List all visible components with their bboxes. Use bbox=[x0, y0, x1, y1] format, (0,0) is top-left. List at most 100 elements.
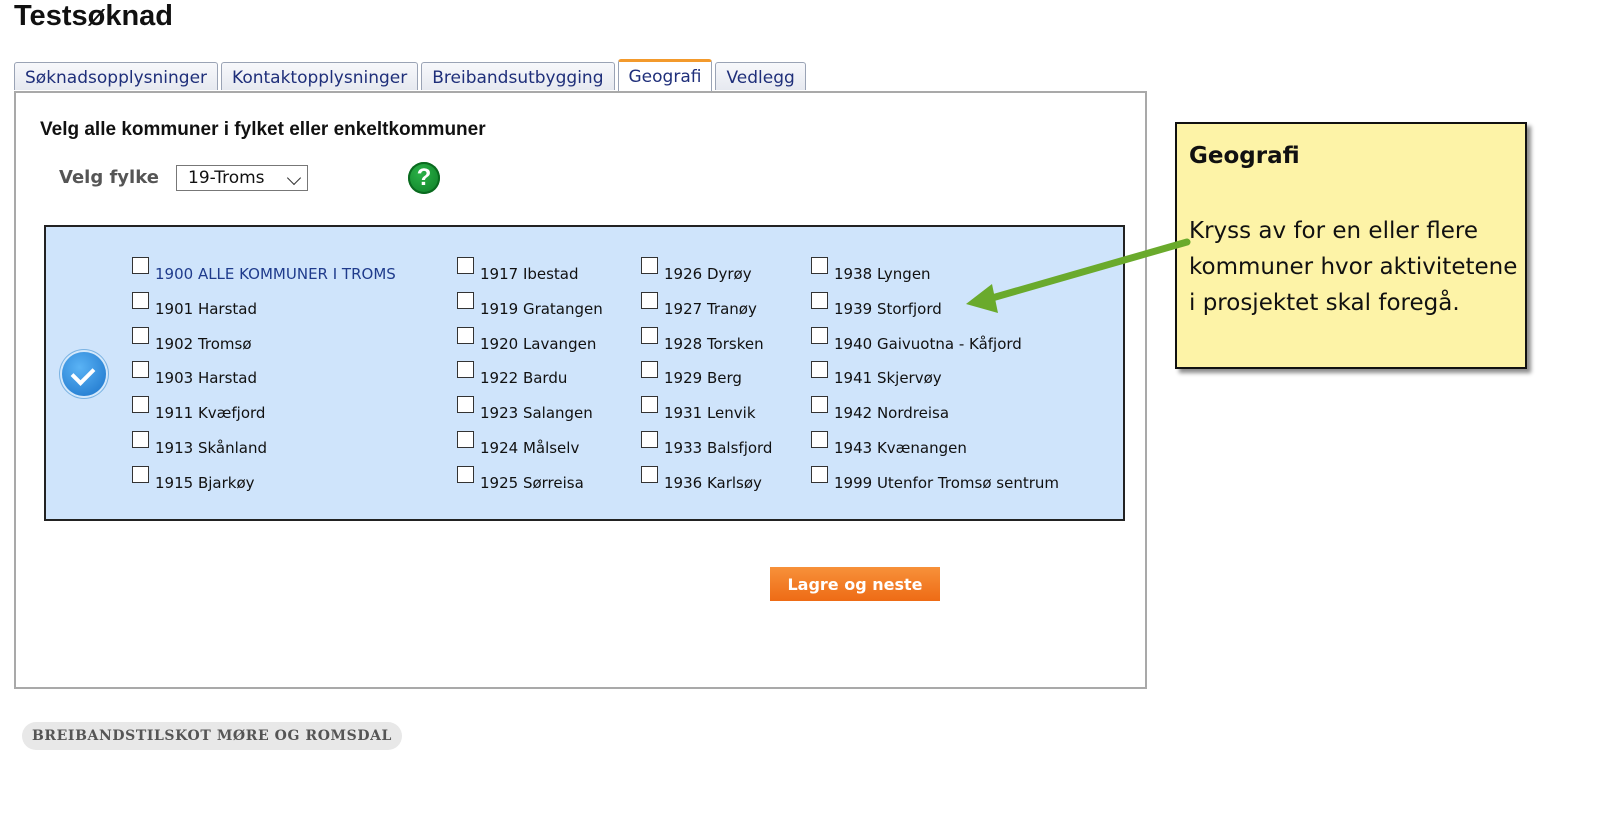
municipality-checkbox[interactable]: 1941 Skjervøy bbox=[811, 361, 942, 388]
municipality-label: 1942 Nordreisa bbox=[834, 404, 950, 423]
checkbox[interactable] bbox=[641, 361, 658, 379]
checkbox[interactable] bbox=[132, 431, 149, 448]
municipality-checkbox[interactable]: 1901 Harstad bbox=[132, 291, 257, 318]
municipality-label: 1925 Sørreisa bbox=[480, 473, 584, 492]
municipality-label: 1999 Utenfor Tromsø sentrum bbox=[834, 473, 1059, 492]
municipality-checkbox[interactable]: 1903 Harstad bbox=[132, 361, 257, 388]
fylke-select[interactable]: 19-Troms bbox=[176, 165, 308, 191]
municipality-checkbox[interactable]: 1902 Tromsø bbox=[132, 326, 252, 353]
municipality-label: 1903 Harstad bbox=[155, 369, 257, 388]
checkbox[interactable] bbox=[132, 291, 149, 309]
municipality-checkbox[interactable]: 1933 Balsfjord bbox=[641, 431, 773, 457]
checkbox[interactable] bbox=[811, 361, 828, 379]
municipality-checkbox[interactable]: 1943 Kvænangen bbox=[811, 431, 967, 457]
municipality-label: 1901 Harstad bbox=[155, 299, 257, 318]
checkbox[interactable] bbox=[641, 465, 658, 483]
tab-breibandsutbygging[interactable]: Breibandsutbygging bbox=[421, 62, 615, 90]
municipality-checkbox[interactable]: 1913 Skånland bbox=[132, 431, 267, 457]
checkbox[interactable] bbox=[811, 431, 828, 448]
municipality-checkbox[interactable]: 1924 Målselv bbox=[457, 431, 579, 456]
municipality-label: 1922 Bardu bbox=[480, 369, 568, 388]
checkbox[interactable] bbox=[457, 396, 474, 414]
municipality-label: 1917 Ibestad bbox=[480, 265, 579, 283]
municipality-checkbox[interactable]: 1926 Dyrøy bbox=[641, 257, 752, 283]
municipality-label: 1926 Dyrøy bbox=[664, 265, 752, 283]
municipality-label: 1936 Karlsøy bbox=[664, 473, 762, 492]
municipality-checkbox[interactable]: 1999 Utenfor Tromsø sentrum bbox=[811, 465, 1059, 492]
municipality-label: 1923 Salangen bbox=[480, 404, 593, 423]
municipality-label: 1915 Bjarkøy bbox=[155, 473, 255, 492]
municipality-label: 1933 Balsfjord bbox=[664, 439, 773, 457]
checkbox[interactable] bbox=[811, 396, 828, 414]
municipality-label: 1938 Lyngen bbox=[834, 265, 931, 283]
checkbox[interactable] bbox=[457, 465, 474, 483]
checkbox[interactable] bbox=[132, 465, 149, 483]
municipality-checkbox[interactable]: 1920 Lavangen bbox=[457, 326, 597, 353]
tab-bar: Søknadsopplysninger Kontaktopplysninger … bbox=[14, 59, 806, 92]
municipality-checkbox[interactable]: 1931 Lenvik bbox=[641, 396, 756, 423]
checkbox[interactable] bbox=[457, 326, 474, 344]
municipality-label: 1931 Lenvik bbox=[664, 404, 756, 423]
municipality-label: 1941 Skjervøy bbox=[834, 369, 942, 388]
checkbox[interactable] bbox=[811, 326, 828, 344]
checkbox[interactable] bbox=[641, 326, 658, 344]
municipality-label: 1940 Gaivuotna - Kåfjord bbox=[834, 334, 1022, 353]
municipality-label: 1920 Lavangen bbox=[480, 334, 597, 353]
municipality-label: 1913 Skånland bbox=[155, 439, 267, 457]
checkbox[interactable] bbox=[641, 257, 658, 274]
tab-kontaktopplysninger[interactable]: Kontaktopplysninger bbox=[221, 62, 419, 90]
tab-vedlegg[interactable]: Vedlegg bbox=[715, 62, 806, 90]
checkbox[interactable] bbox=[457, 257, 474, 274]
callout-title: Geografi bbox=[1189, 143, 1300, 169]
municipality-checkbox[interactable]: 1927 Tranøy bbox=[641, 291, 757, 317]
checkbox[interactable] bbox=[641, 431, 658, 448]
municipality-label: 1943 Kvænangen bbox=[834, 439, 967, 457]
checkbox[interactable] bbox=[457, 291, 474, 309]
checkbox[interactable] bbox=[457, 361, 474, 379]
check-circle-icon[interactable] bbox=[62, 352, 106, 396]
help-icon[interactable]: ? bbox=[408, 162, 440, 194]
municipality-checkbox[interactable]: 1940 Gaivuotna - Kåfjord bbox=[811, 326, 1022, 353]
page-title: Testsøknad bbox=[14, 0, 174, 32]
municipality-checkbox[interactable]: 1917 Ibestad bbox=[457, 257, 579, 283]
checkbox[interactable] bbox=[132, 361, 149, 379]
checkbox[interactable] bbox=[811, 291, 828, 309]
municipality-checkbox[interactable]: 1919 Gratangen bbox=[457, 291, 603, 318]
checkbox[interactable] bbox=[132, 396, 149, 414]
tab-geografi[interactable]: Geografi bbox=[617, 59, 713, 91]
callout-body: Kryss av for en eller flere kommuner hvo… bbox=[1189, 218, 1518, 316]
checkbox[interactable] bbox=[132, 257, 149, 274]
fylke-label: Velg fylke bbox=[59, 167, 159, 188]
save-next-button[interactable]: Lagre og neste bbox=[770, 567, 940, 601]
municipality-checkbox[interactable]: 1922 Bardu bbox=[457, 361, 568, 388]
municipality-checkbox[interactable]: 1925 Sørreisa bbox=[457, 465, 584, 492]
municipality-checkbox[interactable]: 1915 Bjarkøy bbox=[132, 465, 255, 492]
checkbox[interactable] bbox=[641, 291, 658, 309]
municipality-checkbox[interactable]: 1929 Berg bbox=[641, 361, 742, 388]
checkbox[interactable] bbox=[457, 431, 474, 448]
tab-soknadsopplysninger[interactable]: Søknadsopplysninger bbox=[14, 62, 219, 90]
municipality-checkbox[interactable]: 1928 Torsken bbox=[641, 326, 764, 353]
municipality-label: 1939 Storfjord bbox=[834, 299, 942, 318]
fylke-selected-value: 19-Troms bbox=[188, 168, 265, 188]
municipality-checkbox[interactable]: 1911 Kvæfjord bbox=[132, 396, 266, 423]
municipality-label: 1900 ALLE KOMMUNER I TROMS bbox=[155, 265, 396, 283]
section-heading: Velg alle kommuner i fylket eller enkelt… bbox=[40, 119, 486, 140]
municipality-checkbox[interactable]: 1939 Storfjord bbox=[811, 291, 942, 318]
municipality-checkbox[interactable]: 1936 Karlsøy bbox=[641, 465, 762, 492]
checkbox[interactable] bbox=[641, 396, 658, 414]
municipality-checkbox[interactable]: 1938 Lyngen bbox=[811, 257, 931, 283]
municipality-label: 1929 Berg bbox=[664, 369, 742, 388]
municipality-checkbox[interactable]: 1900 ALLE KOMMUNER I TROMS bbox=[132, 257, 396, 283]
help-callout: Geografi Kryss av for en eller flere kom… bbox=[1175, 122, 1527, 369]
footer-link[interactable]: BREIBANDSTILSKOT MØRE OG ROMSDAL bbox=[22, 722, 402, 750]
checkbox[interactable] bbox=[811, 465, 828, 483]
municipality-label: 1919 Gratangen bbox=[480, 299, 603, 318]
municipality-checkbox[interactable]: 1923 Salangen bbox=[457, 396, 593, 423]
municipality-label: 1902 Tromsø bbox=[155, 334, 252, 353]
municipality-label: 1911 Kvæfjord bbox=[155, 404, 266, 423]
checkbox[interactable] bbox=[811, 257, 828, 274]
municipality-checkbox[interactable]: 1942 Nordreisa bbox=[811, 396, 950, 423]
municipality-label: 1928 Torsken bbox=[664, 334, 764, 353]
checkbox[interactable] bbox=[132, 326, 149, 344]
